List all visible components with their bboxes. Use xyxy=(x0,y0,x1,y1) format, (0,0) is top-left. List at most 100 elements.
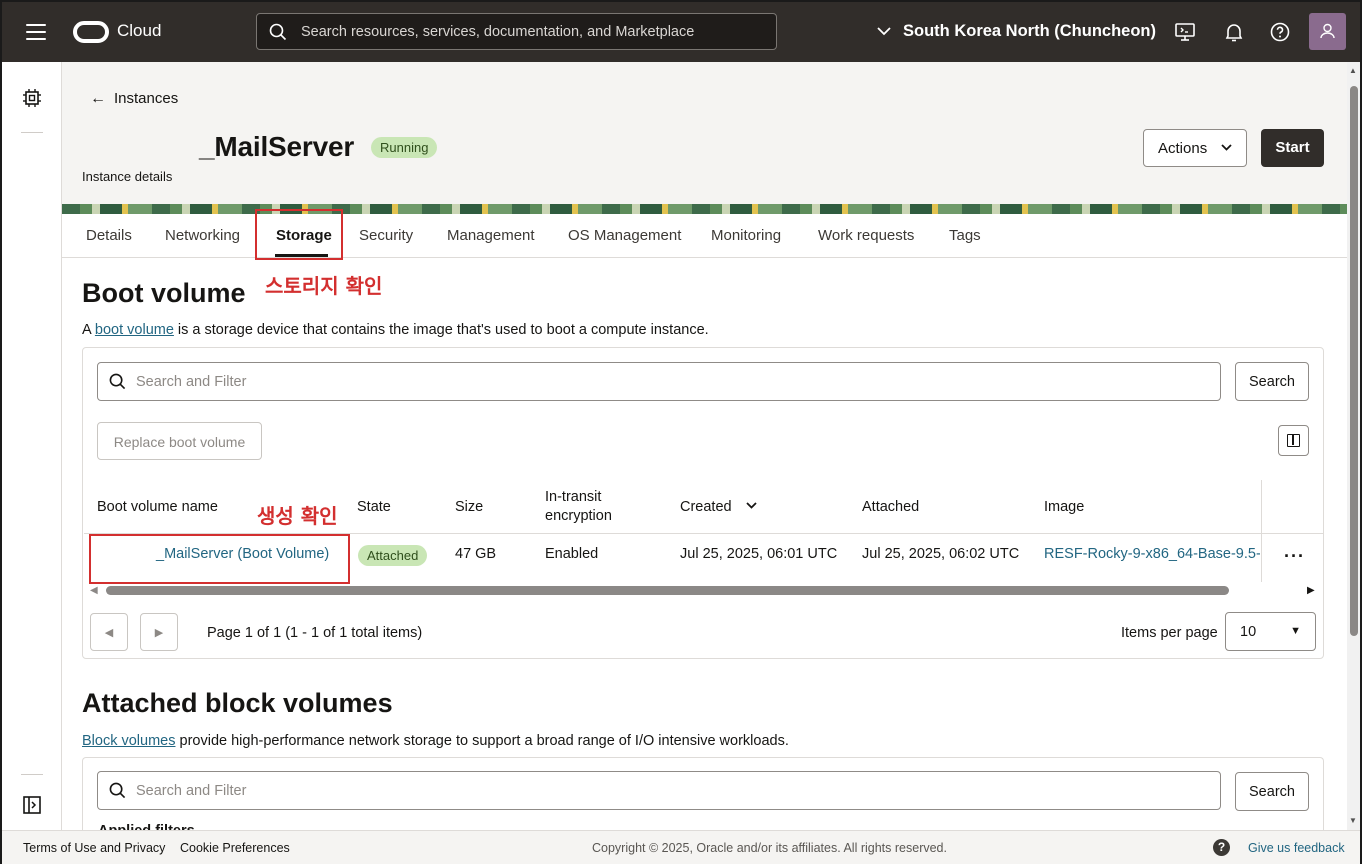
search-placeholder: Search and Filter xyxy=(136,374,247,390)
desc-suffix: is a storage device that contains the im… xyxy=(173,322,709,338)
sticky-column-divider xyxy=(1261,480,1262,582)
search-icon xyxy=(109,373,126,390)
scrollbar-thumb[interactable] xyxy=(1350,86,1358,636)
col-header-size: Size xyxy=(455,499,484,515)
creation-check-annotation: 생성 확인 xyxy=(257,504,338,528)
scroll-up-arrow-icon[interactable]: ▲ xyxy=(1349,66,1357,75)
image-name: RESF-Rocky-9-x86_64-Base-9.5-2 xyxy=(1044,546,1260,562)
col-header-encryption-line1: In-transit xyxy=(545,489,602,505)
col-header-state: State xyxy=(357,499,391,515)
next-page-button[interactable]: ▶ xyxy=(140,613,178,651)
back-to-instances-link[interactable]: ← Instances xyxy=(90,90,178,108)
rail-divider xyxy=(21,132,43,133)
tab-work-requests[interactable]: Work requests xyxy=(818,227,914,244)
scroll-left-arrow-icon[interactable]: ◀ xyxy=(90,585,98,596)
triangle-left-icon: ◀ xyxy=(104,627,114,639)
search-icon xyxy=(109,782,126,799)
encryption-cell: Enabled xyxy=(545,546,599,562)
items-per-page-select[interactable]: 10 ▼ xyxy=(1225,612,1316,651)
storage-check-annotation: 스토리지 확인 xyxy=(265,274,383,298)
scroll-right-arrow-icon[interactable]: ▶ xyxy=(1307,585,1315,596)
col-header-image: Image xyxy=(1044,499,1085,515)
start-button[interactable]: Start xyxy=(1261,129,1324,167)
left-navigation-rail xyxy=(2,62,62,830)
items-per-page-label: Items per page xyxy=(1121,625,1218,641)
col-header-encryption-line2: encryption xyxy=(545,508,612,524)
scroll-down-arrow-icon[interactable]: ▼ xyxy=(1349,816,1357,825)
replace-boot-volume-button[interactable]: Replace boot volume xyxy=(97,422,262,460)
status-badge: Running xyxy=(371,137,438,158)
desc-prefix: A xyxy=(82,322,95,338)
actions-button[interactable]: Actions xyxy=(1143,129,1247,167)
help-icon[interactable] xyxy=(1269,21,1291,43)
chevron-down-icon xyxy=(1221,140,1232,154)
boot-volume-description: A boot volume is a storage device that c… xyxy=(82,322,709,338)
bell-icon[interactable] xyxy=(1223,21,1245,43)
back-label: Instances xyxy=(114,90,179,107)
search-icon xyxy=(269,23,287,41)
col-header-created[interactable]: Created xyxy=(680,499,757,515)
image-link[interactable]: RESF-Rocky-9-x86_64-Base-9.5-2 xyxy=(1044,546,1260,562)
block-desc-suffix: provide high-performance network storage… xyxy=(175,733,789,749)
tab-management[interactable]: Management xyxy=(447,227,535,244)
user-icon xyxy=(1320,23,1335,39)
attached-cell: Jul 25, 2025, 06:02 UTC xyxy=(862,546,1020,562)
terms-link[interactable]: Terms of Use and Privacy xyxy=(23,841,165,855)
block-volume-search-button[interactable]: Search xyxy=(1235,772,1309,811)
storage-tab-highlight xyxy=(255,209,343,260)
menu-icon[interactable] xyxy=(26,24,46,40)
region-selector[interactable]: South Korea North (Chuncheon) xyxy=(877,22,1156,41)
tab-networking[interactable]: Networking xyxy=(165,227,240,244)
top-navigation-bar: Cloud Search resources, services, docume… xyxy=(2,2,1360,62)
block-volumes-heading: Attached block volumes xyxy=(82,688,393,718)
row-actions-menu-icon[interactable]: ··· xyxy=(1284,546,1305,567)
copyright-text: Copyright © 2025, Oracle and/or its affi… xyxy=(592,841,947,855)
boot-volume-search-button[interactable]: Search xyxy=(1235,362,1309,401)
triangle-right-icon: ▶ xyxy=(154,627,164,639)
tab-monitoring[interactable]: Monitoring xyxy=(711,227,781,244)
help-icon[interactable]: ? xyxy=(1213,839,1230,856)
sort-descending-icon xyxy=(745,502,757,509)
page-subtitle: Instance details xyxy=(82,169,173,184)
size-cell: 47 GB xyxy=(455,546,497,562)
caret-down-icon: ▼ xyxy=(1290,625,1301,637)
user-avatar[interactable] xyxy=(1309,13,1346,50)
created-label: Created xyxy=(680,499,732,515)
compute-chip-icon[interactable] xyxy=(22,88,42,108)
col-header-name: Boot volume name xyxy=(97,499,218,515)
block-volumes-description: Block volumes provide high-performance n… xyxy=(82,733,789,749)
region-label: South Korea North (Chuncheon) xyxy=(903,22,1156,40)
block-volumes-link[interactable]: Block volumes xyxy=(82,733,175,749)
boot-volume-link[interactable]: boot volume xyxy=(95,322,174,338)
tab-details[interactable]: Details xyxy=(86,227,132,244)
oracle-logo[interactable] xyxy=(73,21,109,43)
pagination-summary: Page 1 of 1 (1 - 1 of 1 total items) xyxy=(207,625,423,641)
state-badge: Attached xyxy=(358,545,428,566)
boot-volume-name-highlight xyxy=(89,534,350,584)
global-search-input[interactable]: Search resources, services, documentatio… xyxy=(256,13,777,50)
columns-icon xyxy=(1287,434,1300,447)
table-horizontal-scrollbar[interactable] xyxy=(106,586,1229,595)
page-title: _MailServer xyxy=(199,131,355,162)
boot-volume-heading: Boot volume xyxy=(82,278,246,308)
col-header-attached: Attached xyxy=(862,499,920,515)
cookie-preferences-link[interactable]: Cookie Preferences xyxy=(180,841,290,855)
expand-panel-icon[interactable] xyxy=(23,796,41,814)
chevron-down-icon xyxy=(877,22,891,41)
search-placeholder: Search and Filter xyxy=(136,783,247,799)
actions-label: Actions xyxy=(1158,140,1208,157)
tab-security[interactable]: Security xyxy=(359,227,413,244)
tab-tags[interactable]: Tags xyxy=(949,227,981,244)
boot-volume-search-input[interactable]: Search and Filter xyxy=(97,362,1221,401)
feedback-link[interactable]: Give us feedback xyxy=(1248,841,1345,855)
previous-page-button[interactable]: ◀ xyxy=(90,613,128,651)
items-per-page-value: 10 xyxy=(1240,624,1257,640)
block-volume-search-input[interactable]: Search and Filter xyxy=(97,771,1221,810)
cloud-shell-icon[interactable] xyxy=(1174,21,1196,43)
arrow-left-icon: ← xyxy=(90,90,106,107)
global-search-placeholder: Search resources, services, documentatio… xyxy=(301,24,695,40)
column-toggle-button[interactable] xyxy=(1278,425,1309,456)
tab-os-management[interactable]: OS Management xyxy=(568,227,681,244)
brand-label[interactable]: Cloud xyxy=(117,21,161,41)
rail-divider xyxy=(21,774,43,775)
